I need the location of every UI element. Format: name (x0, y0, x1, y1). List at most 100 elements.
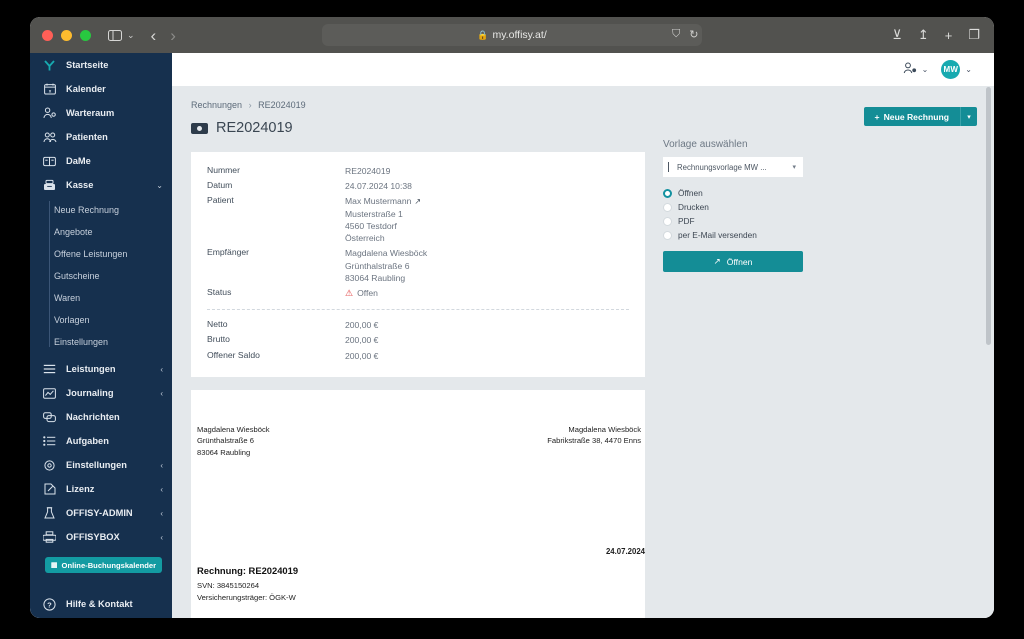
patient-name[interactable]: Max Mustermann (345, 196, 411, 206)
sidebar-item-leistungen[interactable]: Leistungen ‹ (30, 357, 172, 381)
sidebar-subitem-angebote[interactable]: Angebote (54, 221, 172, 243)
breadcrumb-parent[interactable]: Rechnungen (191, 100, 242, 110)
invoice-row-netto: Netto 200,00 € (207, 319, 629, 331)
back-button[interactable]: ‹ (151, 27, 157, 44)
chevron-down-icon[interactable]: ▾ (792, 163, 796, 171)
reload-icon[interactable]: ↻ (689, 28, 698, 41)
sidebar-item-nachrichten[interactable]: Nachrichten (30, 405, 172, 429)
sidebar-item-aufgaben[interactable]: Aufgaben (30, 429, 172, 453)
address-bar[interactable]: 🔒 my.offisy.at/ (322, 24, 702, 46)
scrollbar-thumb[interactable] (986, 87, 991, 345)
online-booking-calendar-button[interactable]: ▦ Online-Buchungskalender (45, 557, 162, 573)
page-title: RE2024019 (216, 120, 293, 136)
sidebar-item-warteraum[interactable]: Warteraum (30, 101, 172, 125)
row-key: Brutto (207, 334, 345, 346)
sidebar-item-kasse[interactable]: Kasse ⌄ (30, 173, 172, 197)
download-icon[interactable]: ⊻ (892, 27, 902, 43)
chevron-left-icon[interactable]: ‹ (160, 389, 163, 398)
user-menu-control[interactable]: MW ⌄ (941, 60, 972, 79)
doc-sender-street: Grünthalstraße 6 (197, 435, 270, 446)
user-switch-icon (903, 61, 917, 79)
row-key: Patient (207, 195, 345, 244)
radio-label: Drucken (678, 202, 709, 212)
sidebar-subitem-waren[interactable]: Waren (54, 287, 172, 309)
sidebar-item-offisy-admin[interactable]: OFFISY-ADMIN ‹ (30, 501, 172, 525)
sidebar-subitem-vorlagen[interactable]: Vorlagen (54, 309, 172, 331)
new-invoice-button[interactable]: + Neue Rechnung (864, 107, 960, 126)
svg-text:x: x (48, 88, 51, 93)
app-sidebar: Startseite x Kalender Warteraum Patiente… (30, 53, 172, 618)
sidebar-item-journaling[interactable]: Journaling ‹ (30, 381, 172, 405)
new-invoice-dropdown-button[interactable]: ▾ (960, 107, 977, 126)
minimize-window-button[interactable] (61, 30, 72, 41)
page-scrollbar[interactable] (985, 87, 992, 618)
radio-button[interactable] (663, 231, 672, 240)
sidebar-item-verkleinern[interactable]: Verkleinern (30, 616, 172, 618)
share-icon[interactable]: ↥ (918, 27, 929, 43)
chevron-left-icon[interactable]: ‹ (160, 485, 163, 494)
sidebar-item-startseite[interactable]: Startseite (30, 53, 172, 77)
template-select-value: Rechnungsvorlage MW ... (672, 163, 767, 172)
puzzle-icon[interactable]: ⛉ (672, 28, 680, 41)
tabs-icon[interactable]: ❐ (968, 27, 980, 43)
document-insurer: Versicherungsträger: ÖGK-W (197, 592, 298, 604)
chevron-down-icon[interactable]: ⌄ (127, 31, 135, 40)
sidebar-item-offisybox[interactable]: OFFISYBOX ‹ (30, 525, 172, 549)
forward-button[interactable]: › (170, 27, 176, 44)
maximize-window-button[interactable] (80, 30, 91, 41)
sidebar-toggle-icon[interactable] (108, 30, 122, 41)
chevron-down-icon[interactable]: ⌄ (922, 65, 929, 74)
sidebar-subitem-offene-leistungen[interactable]: Offene Leistungen (54, 243, 172, 265)
banknote-icon (191, 123, 208, 134)
doc-issuer-address: Fabrikstraße 38, 4470 Enns (547, 435, 641, 446)
chevron-down-icon[interactable]: ⌄ (156, 181, 163, 190)
external-link-icon[interactable]: ↗ (414, 197, 421, 206)
row-key: Nummer (207, 165, 345, 177)
plus-icon[interactable]: + (945, 28, 953, 43)
gear-icon (42, 458, 57, 473)
sidebar-item-lizenz[interactable]: Lizenz ‹ (30, 477, 172, 501)
sidebar-item-label: Leistungen (66, 364, 151, 374)
chevron-left-icon[interactable]: ‹ (160, 533, 163, 542)
document-title: Rechnung: RE2024019 (197, 565, 298, 576)
sidebar-item-hilfe-kontakt[interactable]: ? Hilfe & Kontakt (30, 592, 172, 616)
doc-issuer-name: Magdalena Wiesböck (547, 424, 641, 435)
radio-option-drucken[interactable]: Drucken (663, 200, 977, 214)
page-viewport: Startseite x Kalender Warteraum Patiente… (30, 53, 994, 618)
chevron-left-icon[interactable]: ‹ (160, 509, 163, 518)
avatar[interactable]: MW (941, 60, 960, 79)
template-select[interactable]: Rechnungsvorlage MW ... ▾ (663, 157, 803, 177)
content-left-column: Rechnungen › RE2024019 RE2024019 Nummer … (191, 100, 645, 618)
sidebar-item-label: Aufgaben (66, 436, 163, 446)
sidebar-item-label: Lizenz (66, 484, 151, 494)
breadcrumb-separator: › (249, 100, 252, 110)
radio-option-pdf[interactable]: PDF (663, 214, 977, 228)
chevron-down-icon: ▾ (967, 113, 971, 121)
chart-icon (42, 386, 57, 401)
doc-sender-name: Magdalena Wiesböck (197, 424, 270, 435)
radio-label: per E-Mail versenden (678, 230, 757, 240)
radio-option-oeffnen[interactable]: Öffnen (663, 186, 977, 200)
sidebar-item-kalender[interactable]: x Kalender (30, 77, 172, 101)
sidebar-subitem-neue-rechnung[interactable]: Neue Rechnung (54, 199, 172, 221)
user-switch-control[interactable]: ⌄ (903, 61, 929, 79)
sidebar-item-patienten[interactable]: Patienten (30, 125, 172, 149)
radio-button[interactable] (663, 203, 672, 212)
chevron-left-icon[interactable]: ‹ (160, 461, 163, 470)
radio-button[interactable] (663, 189, 672, 198)
sidebar-item-einstellungen[interactable]: Einstellungen ‹ (30, 453, 172, 477)
radio-option-email[interactable]: per E-Mail versenden (663, 228, 977, 242)
invoice-row-brutto: Brutto 200,00 € (207, 334, 629, 346)
chevron-down-icon[interactable]: ⌄ (965, 65, 972, 74)
sidebar-subitem-einstellungen[interactable]: Einstellungen (54, 331, 172, 353)
invoice-row-status: Status ⚠ Offen (207, 287, 629, 299)
chevron-left-icon[interactable]: ‹ (160, 365, 163, 374)
invoice-row-nummer: Nummer RE2024019 (207, 165, 629, 177)
window-controls[interactable] (42, 30, 91, 41)
radio-button[interactable] (663, 217, 672, 226)
close-window-button[interactable] (42, 30, 53, 41)
sidebar-subitem-gutscheine[interactable]: Gutscheine (54, 265, 172, 287)
sidebar-item-dame[interactable]: DaMe (30, 149, 172, 173)
open-action-button[interactable]: ↗ Öffnen (663, 251, 803, 272)
status-label: Offen (357, 287, 378, 299)
